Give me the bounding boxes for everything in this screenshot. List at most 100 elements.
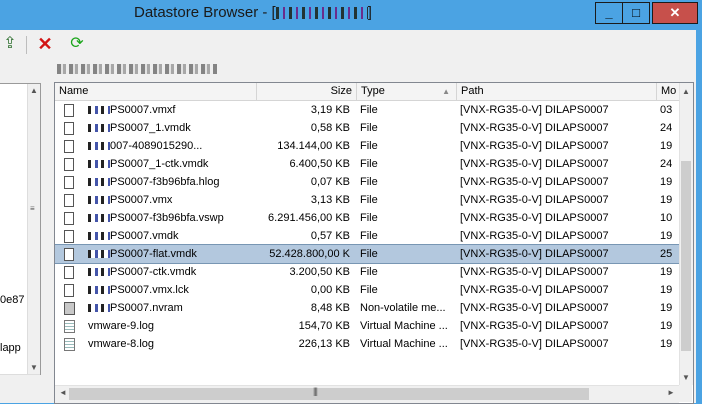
folder-tree-hscrollbar[interactable] xyxy=(0,374,40,389)
file-type: File xyxy=(360,284,378,296)
file-icon xyxy=(61,209,75,227)
table-row[interactable]: PS0007-f3b96bfa.hlog 0,07 KB File [VNX-RG35… xyxy=(55,173,679,191)
file-name-text: PS0007.vmx xyxy=(110,194,173,206)
file-size: 3.200,50 KB xyxy=(289,266,350,278)
table-row[interactable]: vmware-8.log 226,13 KB Virtual Machine ...… xyxy=(55,335,679,353)
table-row[interactable]: PS0007-ctk.vmdk 3.200,50 KB File [VNX-RG35-… xyxy=(55,263,679,281)
scroll-down-icon[interactable]: ▼ xyxy=(682,373,690,382)
table-row[interactable]: PS0007.nvram 8,48 KB Non-volatile me... [VN… xyxy=(55,299,679,317)
file-name-text: PS0007-f3b96bfa.hlog xyxy=(110,176,220,188)
upload-file-icon[interactable]: ⇪ xyxy=(0,34,20,54)
redacted-prefix xyxy=(88,106,110,115)
column-header-name[interactable]: Name xyxy=(55,83,257,100)
file-path: [VNX-RG35-0-V] DILAPS0007 xyxy=(460,194,609,206)
table-row[interactable]: PS0007_1.vmdk 0,58 KB File [VNX-RG35-0-V] D… xyxy=(55,119,679,137)
table-row[interactable]: PS0007.vmx 3,13 KB File [VNX-RG35-0-V] DILA… xyxy=(55,191,679,209)
sort-ascending-icon: ▲ xyxy=(442,87,450,96)
file-list-header: Name Size Type ▲ Path Mo xyxy=(55,83,679,101)
file-size: 0,07 KB xyxy=(310,176,350,188)
file-modified: 24 xyxy=(660,122,673,134)
file-modified: 19 xyxy=(660,266,673,278)
redacted-prefix xyxy=(88,196,110,205)
scroll-up-icon[interactable]: ▲ xyxy=(30,86,38,95)
file-name-text: 007-4089015290... xyxy=(110,140,203,152)
redacted-prefix xyxy=(88,142,110,151)
file-name-text: PS0007.vmdk xyxy=(110,230,179,242)
file-size: 134.144,00 KB xyxy=(277,140,350,152)
redacted-prefix xyxy=(88,268,110,277)
vscroll-thumb[interactable] xyxy=(681,161,691,351)
hscroll-grip-icon: ||| xyxy=(313,386,318,396)
redacted-prefix xyxy=(88,286,110,295)
file-modified: 19 xyxy=(660,140,673,152)
file-name: vmware-8.log xyxy=(85,335,255,353)
file-type: File xyxy=(360,158,378,170)
file-icon xyxy=(61,191,75,209)
close-button[interactable]: ✕ xyxy=(652,2,698,24)
folder-tree-text-1: 0e87 xyxy=(0,294,25,306)
delete-icon[interactable]: ✕ xyxy=(35,34,55,54)
file-path: [VNX-RG35-0-V] DILAPS0007 xyxy=(460,320,609,332)
file-modified: 24 xyxy=(660,158,673,170)
column-header-size[interactable]: Size xyxy=(257,83,357,100)
file-type: File xyxy=(360,122,378,134)
redacted-prefix xyxy=(88,304,110,313)
file-name-text: PS0007-f3b96bfa.vswp xyxy=(110,212,224,224)
refresh-icon[interactable]: ⟳ xyxy=(67,34,87,54)
file-type: File xyxy=(360,230,378,242)
file-path: [VNX-RG35-0-V] DILAPS0007 xyxy=(460,338,609,350)
table-row[interactable]: vmware-9.log 154,70 KB Virtual Machine ...… xyxy=(55,317,679,335)
file-icon xyxy=(61,245,75,263)
file-icon xyxy=(61,101,75,119)
file-list-vscrollbar[interactable]: ▲ ▼ xyxy=(679,83,693,385)
hscroll-thumb[interactable] xyxy=(69,388,589,400)
folder-tree-text-2: lapp xyxy=(0,342,21,354)
table-row[interactable]: PS0007.vmx.lck 0,00 KB File [VNX-RG35-0-V] … xyxy=(55,281,679,299)
scroll-left-icon[interactable]: ◄ xyxy=(59,388,67,397)
scroll-right-icon[interactable]: ► xyxy=(667,388,675,397)
scroll-grip-icon[interactable]: ≡ xyxy=(30,204,35,213)
file-path: [VNX-RG35-0-V] DILAPS0007 xyxy=(460,212,609,224)
file-name-text: PS0007-flat.vmdk xyxy=(110,248,197,260)
file-icon xyxy=(61,299,75,317)
scroll-up-icon[interactable]: ▲ xyxy=(682,87,690,96)
file-type: File xyxy=(360,248,378,260)
scrollbar-corner xyxy=(679,385,692,402)
file-type: Virtual Machine ... xyxy=(360,320,448,332)
file-type: File xyxy=(360,104,378,116)
column-header-modified[interactable]: Mo xyxy=(657,83,679,100)
table-row[interactable]: PS0007-f3b96bfa.vswp 6.291.456,00 KB File [… xyxy=(55,209,679,227)
window-title-tail: ] xyxy=(367,4,372,21)
table-row[interactable]: PS0007.vmdk 0,57 KB File [VNX-RG35-0-V] DIL… xyxy=(55,227,679,245)
column-header-type[interactable]: Type ▲ xyxy=(357,83,457,100)
file-size: 0,57 KB xyxy=(310,230,350,242)
redacted-prefix xyxy=(88,124,110,133)
file-list-hscrollbar[interactable]: ◄ ||| ► xyxy=(55,385,679,403)
file-name-text: PS0007.vmx.lck xyxy=(110,284,189,296)
file-modified: 10 xyxy=(660,212,673,224)
maximize-button[interactable]: □ xyxy=(622,2,650,24)
client-area: ⇪ ✕ ⟳ 0e87 lapp ▲ ≡ ▼ Name Size Type ▲ Pa… xyxy=(0,30,696,404)
file-path: [VNX-RG35-0-V] DILAPS0007 xyxy=(460,266,609,278)
scroll-down-icon[interactable]: ▼ xyxy=(30,363,38,372)
file-size: 3,13 KB xyxy=(310,194,350,206)
file-size: 0,58 KB xyxy=(310,122,350,134)
file-modified: 25 xyxy=(660,248,673,260)
minimize-button[interactable]: _ xyxy=(595,2,623,24)
file-path: [VNX-RG35-0-V] DILAPS0007 xyxy=(460,122,609,134)
redacted-prefix xyxy=(88,178,110,187)
file-size: 154,70 KB xyxy=(298,320,350,332)
folder-tree-pane[interactable]: 0e87 lapp ▲ ≡ ▼ xyxy=(0,83,41,375)
folder-tree-scrollbar[interactable]: ▲ ≡ ▼ xyxy=(27,84,40,374)
file-name-text: PS0007-ctk.vmdk xyxy=(110,266,197,278)
table-row[interactable]: 007-4089015290... 134.144,00 KB File [VNX-R… xyxy=(55,137,679,155)
file-name: PS0007.vmxf xyxy=(85,101,255,119)
table-row[interactable]: PS0007_1-ctk.vmdk 6.400,50 KB File [VNX-RG3… xyxy=(55,155,679,173)
table-row[interactable]: PS0007.vmxf 3,19 KB File [VNX-RG35-0-V] DIL… xyxy=(55,101,679,119)
table-row[interactable]: PS0007-flat.vmdk 52.428.800,00 K File [VNX-… xyxy=(55,244,680,264)
file-path: [VNX-RG35-0-V] DILAPS0007 xyxy=(460,158,609,170)
redacted-folder-path xyxy=(57,64,217,74)
file-name: PS0007.vmx xyxy=(85,191,255,209)
file-list[interactable]: Name Size Type ▲ Path Mo PS0007.vmxf 3,19 … xyxy=(54,82,694,404)
column-header-path[interactable]: Path xyxy=(457,83,657,100)
